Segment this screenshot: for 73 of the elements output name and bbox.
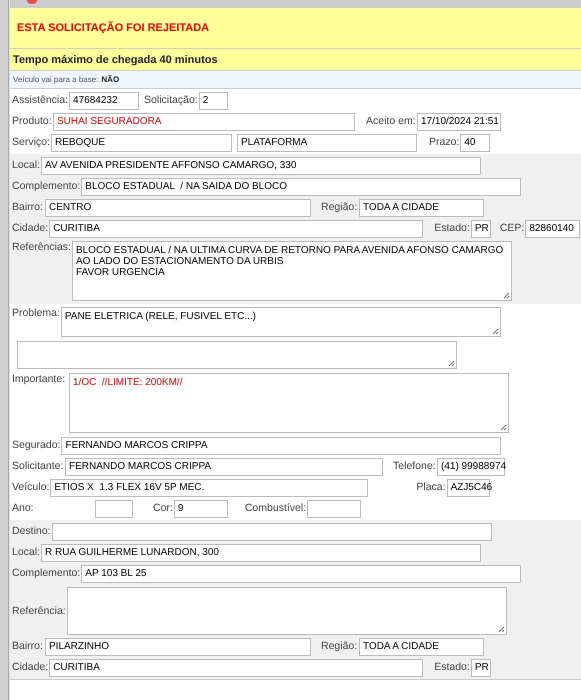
field-label: Solicitante: xyxy=(12,460,64,473)
field-label: Veículo: xyxy=(12,481,50,494)
field-label: Local: xyxy=(12,159,42,172)
field-label: Estado: xyxy=(434,222,471,235)
input-field[interactable]: AZJ5C46 xyxy=(446,478,490,496)
field-label: Estado: xyxy=(434,661,471,674)
input-field[interactable]: SUHAI SEGURADORA xyxy=(53,112,355,130)
field-label: Referências: xyxy=(12,241,72,254)
field-label: Bairro: xyxy=(12,201,44,214)
input-field[interactable]: 47684232 xyxy=(69,92,140,110)
text-area[interactable]: 1/OC //LIMITE: 200KM// xyxy=(69,373,509,433)
field-label: Destino: xyxy=(12,525,52,538)
input-field[interactable]: PLATAFORMA xyxy=(237,134,417,152)
resize-grip-icon[interactable] xyxy=(496,625,505,633)
field-label: Problema: xyxy=(12,307,61,320)
resize-grip-icon[interactable] xyxy=(447,359,455,367)
rejection-banner: ESTA SOLICITAÇÃO FOI REJEITADA xyxy=(10,8,581,49)
input-field[interactable]: CURITIBA xyxy=(49,658,424,676)
input-field[interactable]: PILARZINHO xyxy=(45,638,311,656)
text-area[interactable]: BLOCO ESTADUAL / NA ULTIMA CURVA DE RETORNO PARA AVENIDA AFONSO CAMARGO AO LADO DO ESTACIONAMENTO DA URBIS FAVOR URGENCIA xyxy=(72,241,512,301)
field-label: Prazo: xyxy=(429,136,460,149)
field-label: Combustível: xyxy=(244,502,308,515)
input-field[interactable]: (41) 99988974 xyxy=(437,458,505,476)
field-label: Cidade: xyxy=(12,222,50,235)
text-area[interactable]: PANE ELETRICA (RELE, FUSIVEL ETC...) xyxy=(60,307,501,337)
input-field[interactable]: R RUA GUILHERME LUNARDON, 300 xyxy=(41,544,482,562)
field-label: Ano: xyxy=(12,502,35,515)
field-label: Segurado: xyxy=(12,439,62,452)
field-label: Local: xyxy=(12,546,42,559)
resize-grip-icon[interactable] xyxy=(499,423,507,431)
field-label: Serviço: xyxy=(12,136,51,149)
input-field[interactable]: REBOQUE xyxy=(51,134,232,152)
field-label: Região: xyxy=(321,640,358,653)
deadline-banner: Tempo máximo de chegada 40 minutos xyxy=(10,49,581,71)
field-label: Complemento: xyxy=(12,180,82,193)
field-label: Telefone: xyxy=(393,460,437,473)
input-field[interactable]: AV AVENIDA PRESIDENTE AFFONSO CAMARGO, 330 xyxy=(41,156,482,174)
input-field[interactable]: AP 103 BL 25 xyxy=(81,564,522,582)
field-label: Cor: xyxy=(153,502,174,515)
notice-value: NÃO xyxy=(101,75,120,84)
input-field[interactable]: 40 xyxy=(460,134,490,152)
input-field[interactable] xyxy=(307,500,362,518)
field-label: Placa: xyxy=(416,481,447,494)
resize-grip-icon[interactable] xyxy=(490,327,499,335)
input-field[interactable] xyxy=(95,500,133,518)
field-label: Solicitação: xyxy=(144,94,199,107)
field-label: CEP: xyxy=(500,222,526,235)
input-field[interactable]: TODA A CIDADE xyxy=(359,638,484,656)
notice-label: Veículo vai para a base: xyxy=(13,75,98,84)
input-field[interactable]: FERNANDO MARCOS CRIPPA xyxy=(65,458,383,476)
field-label: Referência: xyxy=(12,604,67,618)
input-field[interactable]: CENTRO xyxy=(45,198,311,216)
field-label: Aceito em: xyxy=(366,115,417,128)
field-label: Bairro: xyxy=(12,640,44,653)
input-field[interactable]: BLOCO ESTADUAL / NA SAIDA DO BLOCO xyxy=(81,178,522,196)
field-label: Produto: xyxy=(12,115,53,128)
field-label: Complemento: xyxy=(12,567,82,580)
input-field[interactable]: CURITIBA xyxy=(49,220,424,238)
input-field[interactable] xyxy=(52,522,492,540)
input-field[interactable]: TODA A CIDADE xyxy=(359,198,484,216)
field-label: Região: xyxy=(321,201,358,214)
input-field[interactable]: FERNANDO MARCOS CRIPPA xyxy=(61,436,502,454)
input-field[interactable]: 17/10/2024 21:51 xyxy=(417,112,501,130)
input-field[interactable]: 82860140 xyxy=(525,220,580,238)
input-field[interactable]: ETIOS X 1.3 FLEX 16V 5P MEC. xyxy=(50,478,368,496)
input-field[interactable]: PR xyxy=(470,658,491,676)
field-label: Assistência: xyxy=(12,94,70,107)
field-label: Importante: xyxy=(12,373,66,386)
resize-grip-icon[interactable] xyxy=(502,291,510,299)
input-field[interactable]: PR xyxy=(470,220,491,238)
field-label: Cidade: xyxy=(12,661,50,674)
input-field[interactable]: 9 xyxy=(174,500,228,518)
input-field[interactable]: 2 xyxy=(198,92,228,110)
